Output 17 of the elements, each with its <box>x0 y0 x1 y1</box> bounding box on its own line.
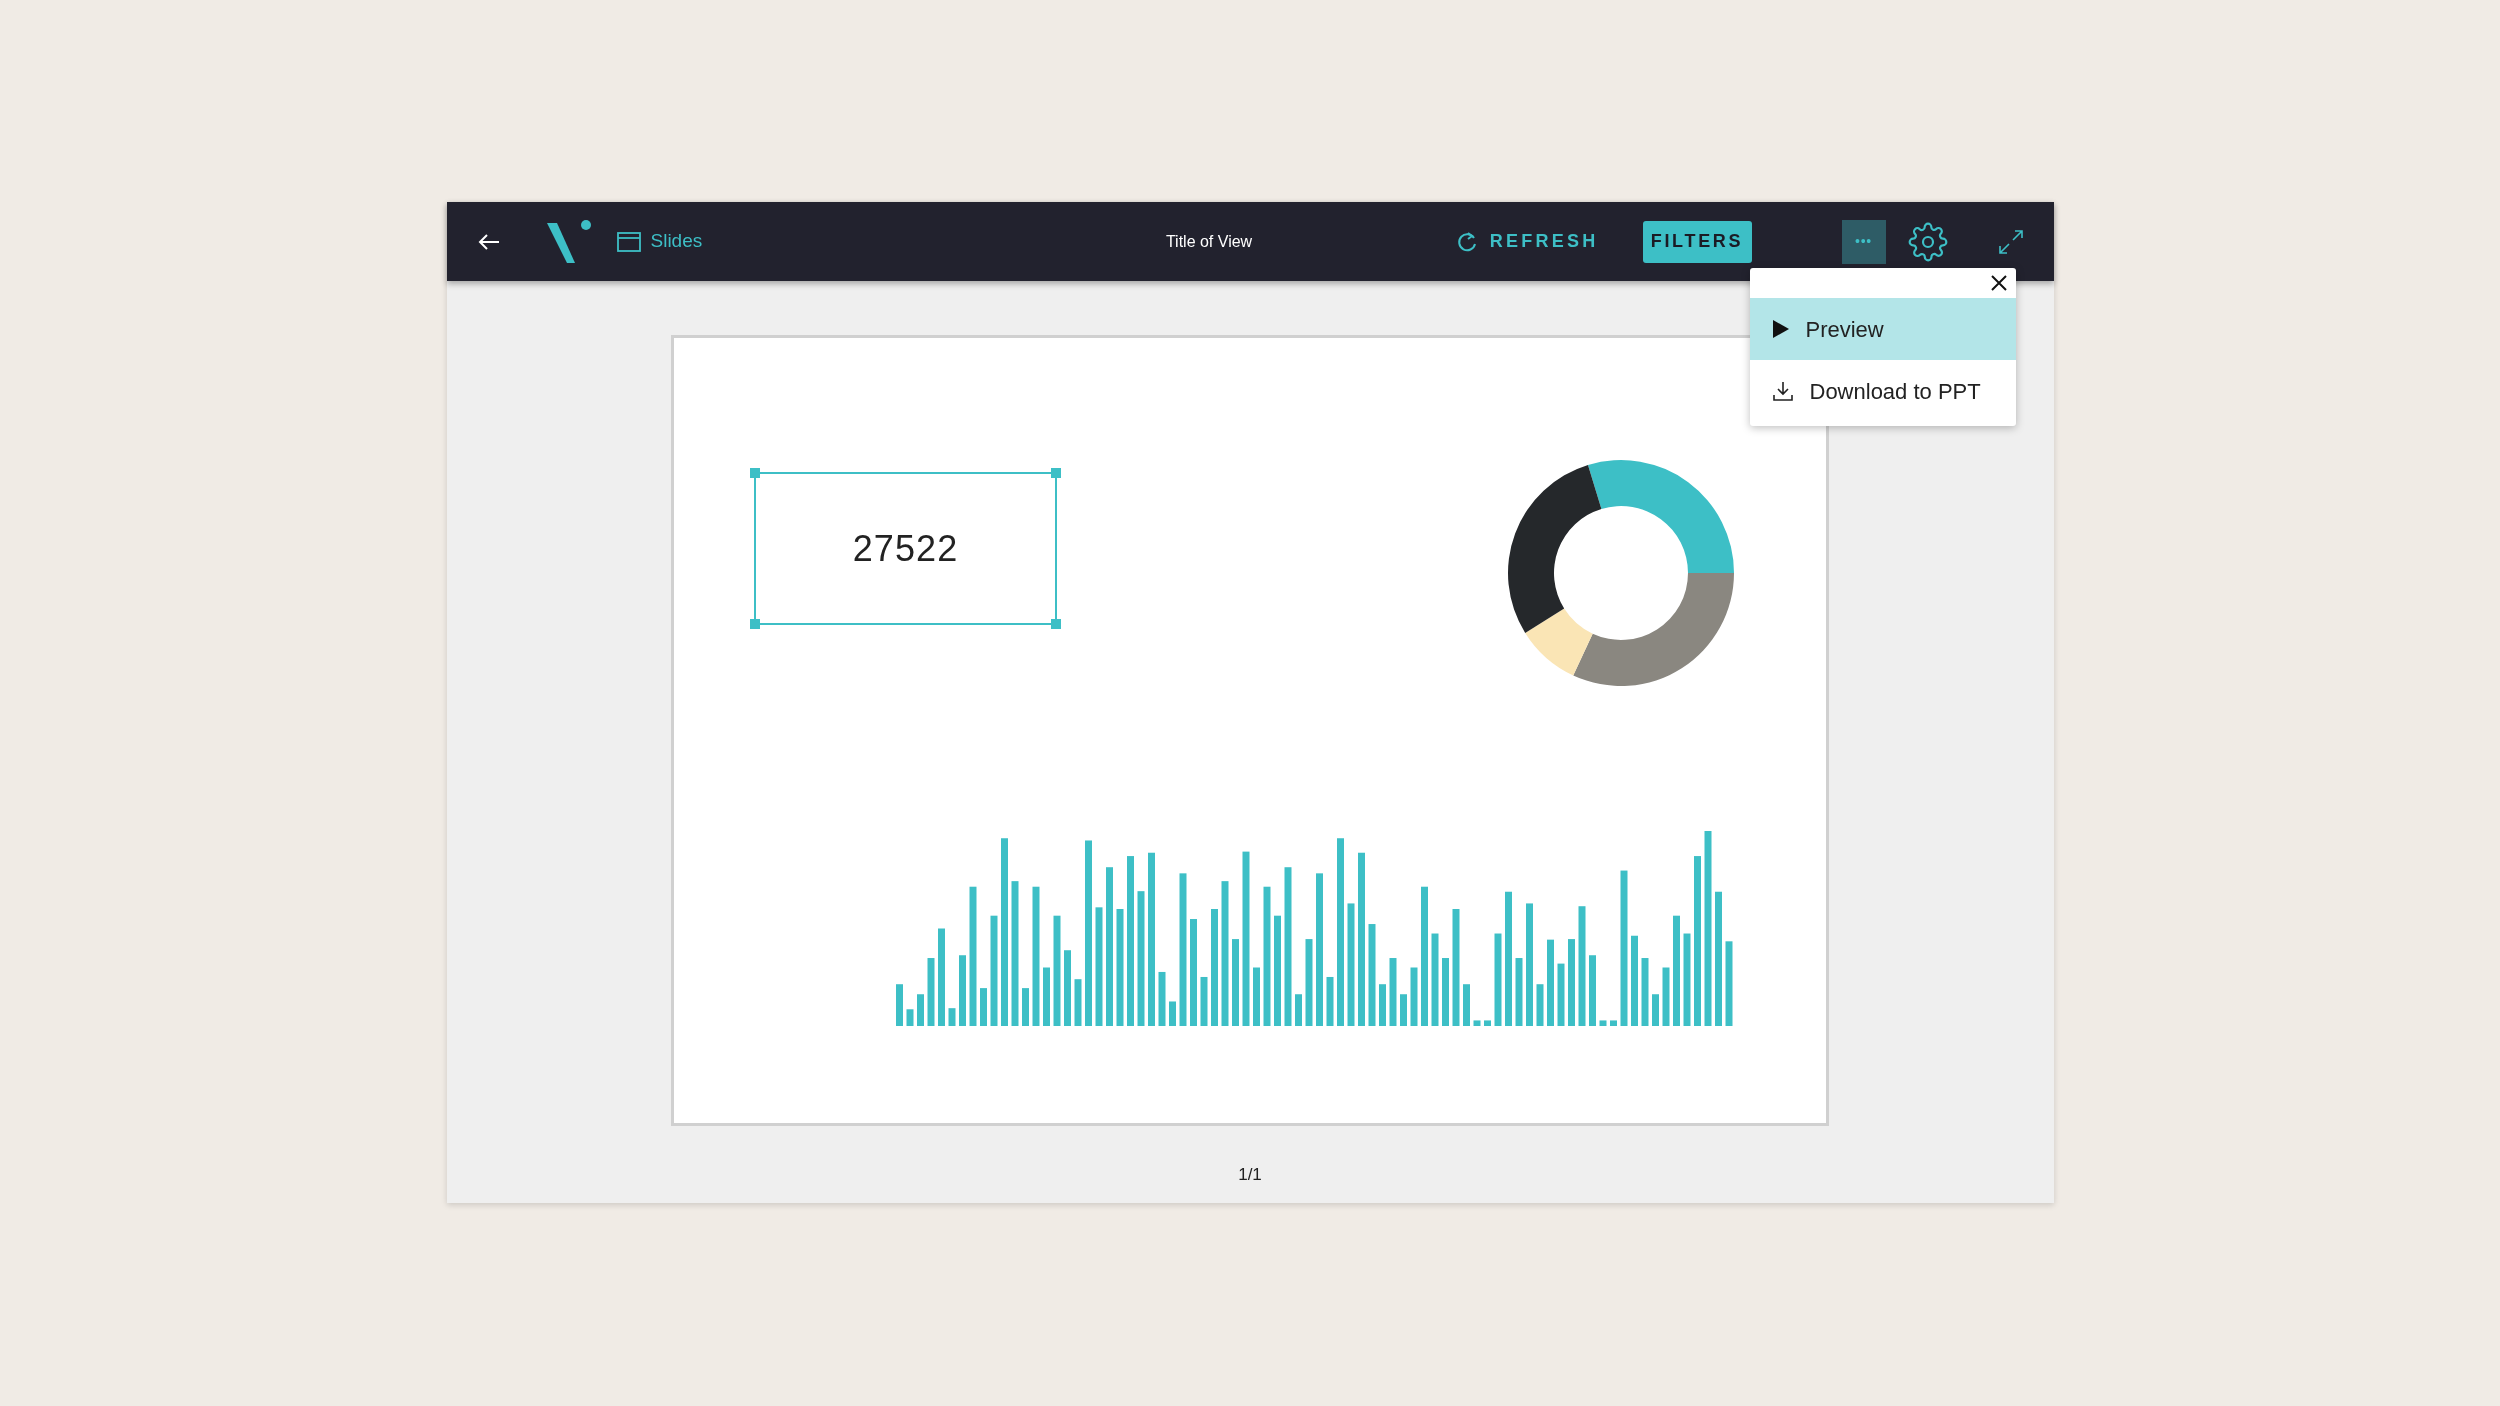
refresh-button[interactable]: REFRESH <box>1455 228 1599 255</box>
filters-button[interactable]: FILTERS <box>1642 220 1752 263</box>
resize-handle[interactable] <box>750 468 760 478</box>
menu-item[interactable]: Preview <box>1749 298 2016 360</box>
kpi-value: 27522 <box>852 526 959 571</box>
slides-icon <box>616 231 641 252</box>
download-icon <box>1771 380 1794 402</box>
logo-icon <box>546 218 593 265</box>
resize-handle[interactable] <box>750 619 760 629</box>
view-title: Title of View <box>1165 231 1253 252</box>
resize-handle[interactable] <box>1051 619 1061 629</box>
page-indicator: 1/1 <box>1238 1164 1262 1186</box>
refresh-icon <box>1455 229 1478 254</box>
resize-handle[interactable] <box>1051 468 1061 478</box>
play-icon <box>1771 319 1790 339</box>
slides-button[interactable]: Slides <box>616 227 703 256</box>
menu-item[interactable]: Download to PPT <box>1749 360 2016 422</box>
